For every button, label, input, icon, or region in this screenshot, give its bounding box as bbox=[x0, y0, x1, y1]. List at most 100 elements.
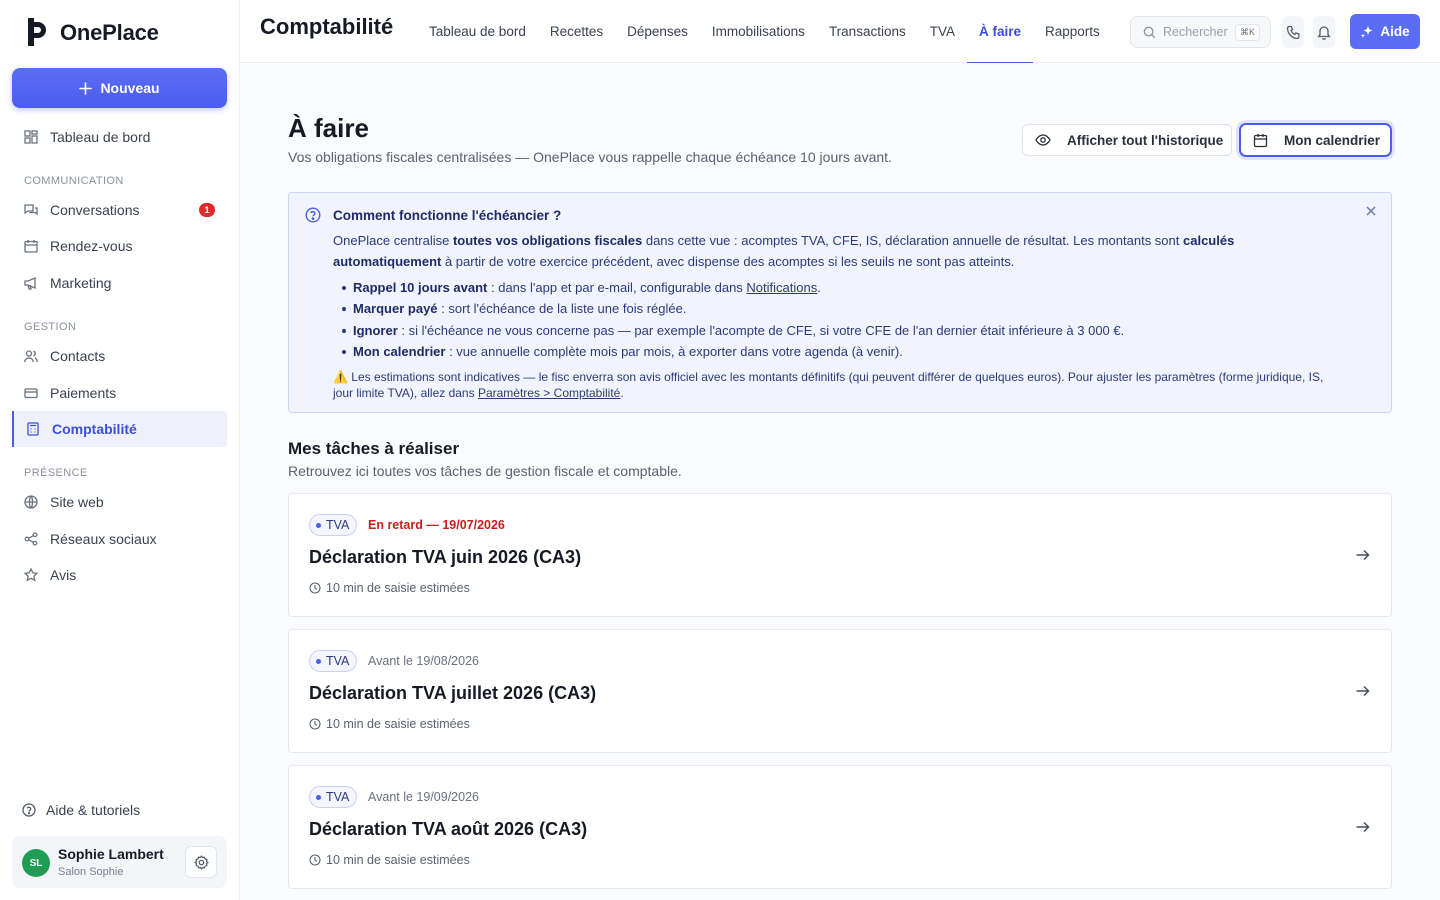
clock-icon bbox=[309, 718, 321, 730]
top-bar: Comptabilité Tableau de bord Recettes Dé… bbox=[240, 0, 1440, 64]
search-input[interactable]: Rechercher ⌘K bbox=[1130, 16, 1271, 48]
bullet-bold: Rappel 10 jours avant bbox=[353, 280, 488, 295]
sidebar-item-reviews[interactable]: Avis bbox=[12, 557, 227, 593]
arrow-right-icon[interactable] bbox=[1355, 819, 1371, 835]
help-circle-icon bbox=[22, 803, 36, 817]
sidebar: OnePlace Nouveau Tableau de bord COMMUNI… bbox=[0, 0, 240, 900]
tab-assets[interactable]: Immobilisations bbox=[700, 0, 817, 63]
main-content: À faire Vos obligations fiscales central… bbox=[240, 63, 1440, 900]
bullet-text: : vue annuelle complète mois par mois, à… bbox=[445, 343, 903, 359]
task-duration-label: 10 min de saisie estimées bbox=[326, 853, 470, 867]
bullet-bold: Mon calendrier bbox=[353, 343, 446, 359]
tag-dot bbox=[316, 522, 321, 528]
user-business: Salon Sophie bbox=[58, 866, 124, 878]
tab-vat[interactable]: TVA bbox=[918, 0, 967, 63]
notifications-link[interactable]: Notifications bbox=[746, 280, 817, 295]
info-text: OnePlace centralise bbox=[333, 233, 453, 248]
tag-label: TVA bbox=[326, 790, 350, 804]
task-duration-label: 10 min de saisie estimées bbox=[326, 717, 470, 731]
tab-dashboard[interactable]: Tableau de bord bbox=[417, 0, 538, 63]
avatar: SL bbox=[22, 849, 50, 877]
tab-todo[interactable]: À faire bbox=[966, 0, 1034, 64]
sidebar-item-label: Tableau de bord bbox=[50, 129, 151, 145]
sidebar-item-conversations[interactable]: Conversations 1 bbox=[12, 192, 227, 228]
info-text: à partir de votre exercice précédent, av… bbox=[441, 254, 1015, 269]
show-history-label: Afficher tout l'historique bbox=[1067, 132, 1224, 148]
info-bullet: Rappel 10 jours avant : dans l'app et pa… bbox=[342, 277, 1353, 298]
task-card[interactable]: TVA En retard — 19/07/2026 Déclaration T… bbox=[288, 493, 1392, 617]
credit-card-icon bbox=[24, 388, 38, 399]
sidebar-item-label: Réseaux sociaux bbox=[50, 531, 157, 547]
warning-text: . bbox=[620, 386, 624, 400]
help-tutorials-link[interactable]: Aide & tutoriels bbox=[22, 802, 140, 818]
sidebar-item-contacts[interactable]: Contacts bbox=[12, 338, 227, 374]
globe-icon bbox=[24, 495, 38, 509]
bullet-bold: Marquer payé bbox=[353, 301, 438, 317]
task-tag: TVA bbox=[309, 786, 358, 808]
new-button-label: Nouveau bbox=[100, 80, 160, 96]
my-calendar-button[interactable]: Mon calendrier bbox=[1239, 123, 1392, 157]
task-duration: 10 min de saisie estimées bbox=[309, 853, 470, 867]
tab-reports[interactable]: Rapports bbox=[1033, 0, 1112, 63]
task-card[interactable]: TVA Avant le 19/09/2026 Déclaration TVA … bbox=[288, 765, 1392, 889]
tag-label: TVA bbox=[326, 518, 350, 532]
info-text: dans cette vue : acomptes TVA, CFE, IS, … bbox=[642, 233, 1183, 248]
calendar-icon bbox=[24, 240, 38, 253]
aide-button[interactable]: Aide bbox=[1350, 14, 1420, 49]
plus-icon bbox=[79, 81, 93, 95]
user-name: Sophie Lambert bbox=[58, 846, 164, 862]
share-icon bbox=[24, 532, 38, 546]
sidebar-item-label: Comptabilité bbox=[52, 421, 137, 437]
chat-icon bbox=[24, 204, 38, 216]
info-bullet: Ignorer : si l'échéance ne vous concerne… bbox=[342, 320, 1353, 341]
sidebar-item-social[interactable]: Réseaux sociaux bbox=[12, 521, 227, 557]
section-label-presence: PRÉSENCE bbox=[24, 467, 88, 479]
tab-income[interactable]: Recettes bbox=[538, 0, 615, 63]
megaphone-icon bbox=[24, 277, 36, 290]
section-title: Comptabilité bbox=[260, 14, 394, 39]
sidebar-item-accounting[interactable]: Comptabilité bbox=[12, 411, 227, 447]
info-bullet: Marquer payé : sort l'échéance de la lis… bbox=[342, 298, 1353, 319]
notifications-button[interactable] bbox=[1313, 16, 1335, 48]
tabs: Tableau de bord Recettes Dépenses Immobi… bbox=[417, 0, 1112, 64]
gear-icon bbox=[193, 854, 209, 870]
arrow-right-icon[interactable] bbox=[1355, 547, 1371, 563]
tab-transactions[interactable]: Transactions bbox=[817, 0, 918, 63]
search-icon bbox=[1143, 26, 1156, 38]
sidebar-item-appointments[interactable]: Rendez-vous bbox=[12, 228, 227, 264]
phone-button[interactable] bbox=[1282, 16, 1304, 48]
new-button[interactable]: Nouveau bbox=[12, 68, 227, 108]
section-label-communication: COMMUNICATION bbox=[24, 175, 124, 187]
calculator-icon bbox=[27, 422, 39, 436]
tab-expenses[interactable]: Dépenses bbox=[615, 0, 700, 63]
sidebar-item-label: Contacts bbox=[50, 348, 106, 364]
tag-label: TVA bbox=[326, 654, 350, 668]
close-icon[interactable] bbox=[1365, 205, 1377, 217]
bell-icon bbox=[1317, 25, 1331, 40]
info-bullet: Mon calendrier : vue annuelle complète m… bbox=[342, 341, 1353, 362]
show-history-button[interactable]: Afficher tout l'historique bbox=[1022, 124, 1232, 156]
sidebar-item-dashboard[interactable]: Tableau de bord bbox=[12, 119, 227, 155]
help-link-label: Aide & tutoriels bbox=[46, 802, 141, 818]
task-card[interactable]: TVA Avant le 19/08/2026 Déclaration TVA … bbox=[288, 629, 1392, 753]
unread-badge: 1 bbox=[199, 203, 215, 217]
info-paragraph: OnePlace centralise toutes vos obligatio… bbox=[333, 230, 1333, 272]
clock-icon bbox=[309, 582, 321, 594]
sidebar-item-website[interactable]: Site web bbox=[12, 484, 227, 520]
sidebar-item-label: Marketing bbox=[50, 275, 112, 291]
arrow-right-icon[interactable] bbox=[1355, 683, 1371, 699]
app-logo[interactable]: OnePlace bbox=[26, 18, 159, 48]
sidebar-item-label: Rendez-vous bbox=[50, 238, 133, 254]
task-tag: TVA bbox=[309, 650, 358, 672]
sidebar-item-payments[interactable]: Paiements bbox=[12, 375, 227, 411]
user-card[interactable]: SL Sophie Lambert Salon Sophie bbox=[12, 836, 227, 888]
help-circle-icon bbox=[305, 207, 321, 223]
info-warning: ⚠️ Les estimations sont indicatives — le… bbox=[333, 369, 1333, 401]
sidebar-item-marketing[interactable]: Marketing bbox=[12, 265, 227, 301]
page-subtitle: Vos obligations fiscales centralisées — … bbox=[288, 149, 892, 165]
accounting-settings-link[interactable]: Paramètres > Comptabilité bbox=[478, 386, 620, 400]
info-bullet-list: Rappel 10 jours avant : dans l'app et pa… bbox=[342, 277, 1353, 362]
task-due-date: Avant le 19/08/2026 bbox=[368, 654, 479, 668]
settings-button[interactable] bbox=[185, 846, 217, 878]
tasks-section-subtitle: Retrouvez ici toutes vos tâches de gesti… bbox=[288, 463, 682, 479]
